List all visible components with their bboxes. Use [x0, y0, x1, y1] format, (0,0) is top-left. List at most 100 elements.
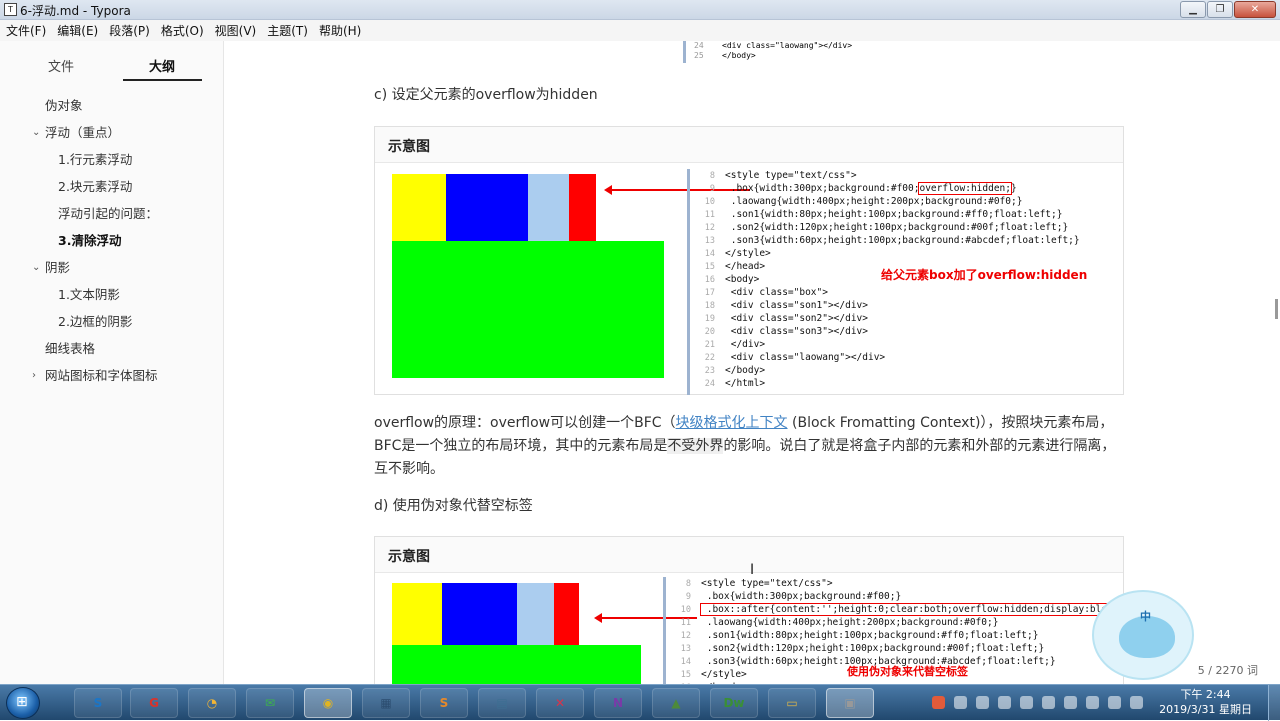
outline-item-label: 浮动（重点） [45, 125, 121, 140]
tab-outline[interactable]: 大纲 [149, 56, 175, 75]
outline-item-label: 浮动引起的问题： [58, 206, 159, 221]
outline-item[interactable]: 1.文本阴影 [0, 286, 224, 313]
tray-volume-icon[interactable] [1130, 696, 1143, 709]
tray-icon[interactable] [976, 696, 989, 709]
taskbar-sublime-icon[interactable]: S [420, 688, 468, 718]
tray-icon[interactable] [1086, 696, 1099, 709]
menu-view[interactable]: 视图(V) [215, 22, 257, 39]
clock-date: 2019/3/31 星期日 [1159, 703, 1252, 716]
menu-format[interactable]: 格式(O) [161, 22, 204, 39]
taskbar-chat-bubble-icon[interactable]: ◔ [188, 688, 236, 718]
code-line: 11 .son1{width:80px;height:100px;backgro… [693, 208, 1117, 221]
editor-area[interactable]: 24 <div class="laowang"></div> 25 </body> … [225, 41, 1280, 697]
demo-son2-block [446, 174, 528, 241]
tray-icon[interactable] [1108, 696, 1121, 709]
outline-item-label: 伪对象 [45, 98, 83, 113]
outline-item[interactable]: 3.清除浮动 [0, 232, 224, 259]
outline-item-label: 网站图标和字体图标 [45, 368, 158, 383]
code-text: </html> [725, 378, 766, 389]
taskbar-onenote-icon[interactable]: N [594, 688, 642, 718]
code-text: <div class="son1"></div> [725, 300, 868, 311]
demo-son3-block [528, 174, 569, 241]
code-text: .box{width:300px;background:#f00;} [701, 591, 902, 602]
code-line: 23 </body> [693, 364, 1117, 377]
outline-item-label: 2.块元素浮动 [58, 179, 133, 194]
restore-button[interactable]: ❐ [1207, 1, 1233, 18]
tray-icon[interactable] [1042, 696, 1055, 709]
outline-item[interactable]: 伪对象 [0, 97, 224, 124]
code-text: </div> [725, 339, 766, 350]
taskbar-chrome-icon[interactable]: ◉ [304, 688, 352, 718]
chevron-right-icon[interactable]: › [32, 367, 36, 385]
outline-item[interactable]: 2.块元素浮动 [0, 178, 224, 205]
outline-item-label: 细线表格 [45, 341, 96, 356]
active-tab-indicator [123, 79, 202, 81]
outline-item[interactable]: 2.边框的阴影 [0, 313, 224, 340]
menu-edit[interactable]: 编辑(E) [57, 22, 98, 39]
top-code-snippet: 24 <div class="laowang"></div> 25 </body> [683, 41, 1083, 63]
scrollbar-thumb[interactable] [1275, 299, 1278, 319]
demo-son3-block [517, 583, 554, 645]
code-line: 14 </style> [693, 247, 1117, 260]
code-text: .son1{width:80px;height:100px;background… [701, 630, 1039, 641]
menu-help[interactable]: 帮助(H) [319, 22, 361, 39]
outline-item[interactable]: 1.行元素浮动 [0, 151, 224, 178]
menu-theme[interactable]: 主题(T) [267, 22, 308, 39]
code-text: .laowang{width:400px;height:200px;backgr… [701, 617, 999, 628]
taskbar-sogou-icon[interactable]: S [74, 688, 122, 718]
taskbar-xmind-icon[interactable]: ✕ [536, 688, 584, 718]
code-line: 8 <style type="text/css"> [693, 169, 1117, 182]
outline-item[interactable]: 浮动引起的问题： [0, 205, 224, 232]
taskbar-explorer-tool-icon[interactable]: ▦ [362, 688, 410, 718]
demo-box-block [554, 583, 579, 645]
menu-file[interactable]: 文件(F) [6, 22, 46, 39]
tray-icon[interactable] [954, 696, 967, 709]
code-line: 24 </html> [693, 377, 1117, 390]
code-gutter [663, 577, 666, 695]
whale-mascot-widget[interactable]: 中 [1092, 590, 1194, 680]
menu-paragraph[interactable]: 段落(P) [109, 22, 150, 39]
taskbar-notepad-icon[interactable]: ▤ [478, 688, 526, 718]
code-text: .son1{width:80px;height:100px;background… [725, 209, 1063, 220]
tray-icon[interactable] [998, 696, 1011, 709]
code-text: <style type="text/css"> [725, 170, 857, 181]
figure-pseudo-element: 示意图 8 <style type="text/css"> 9 .box{width… [374, 536, 1124, 697]
taskbar-clock[interactable]: 下午 2:44 2019/3/31 星期日 [1159, 687, 1252, 717]
heading-d: d) 使用伪对象代替空标签 [374, 498, 533, 514]
close-button[interactable]: ✕ [1234, 1, 1276, 18]
taskbar-dreamweaver-icon[interactable]: Dw [710, 688, 758, 718]
code-line: 18 <div class="son1"></div> [693, 299, 1117, 312]
ime-mode-label: 中 [1140, 610, 1151, 623]
bfc-link[interactable]: 块级格式化上下文 [676, 415, 788, 431]
show-desktop-button[interactable] [1268, 685, 1280, 721]
outline-item[interactable]: ⌄ 浮动（重点） [0, 124, 224, 151]
outline-item[interactable]: 细线表格 [0, 340, 224, 367]
word-count[interactable]: 5 / 2270 词 [1198, 662, 1258, 678]
chevron-down-icon[interactable]: ⌄ [32, 124, 40, 142]
demo-son1-block [392, 174, 446, 241]
minimize-button[interactable]: ▁ [1180, 1, 1206, 18]
tray-sogou-icon[interactable] [932, 696, 945, 709]
taskbar-wechat-icon[interactable]: ✉ [246, 688, 294, 718]
tray-icon[interactable] [1020, 696, 1033, 709]
tab-files[interactable]: 文件 [48, 56, 74, 75]
chevron-down-icon[interactable]: ⌄ [32, 259, 40, 277]
outline-item-label: 1.行元素浮动 [58, 152, 133, 167]
system-tray [928, 690, 1178, 716]
start-button[interactable]: ⊞ [6, 687, 40, 719]
tray-icon[interactable] [1064, 696, 1077, 709]
taskbar-netease-icon[interactable]: G [130, 688, 178, 718]
outline-item[interactable]: › 网站图标和字体图标 [0, 367, 224, 394]
taskbar-folder-icon[interactable]: ▭ [768, 688, 816, 718]
figure-overflow-hidden: 示意图 8 <style type="text/css"> 9 .box{width… [374, 126, 1124, 395]
outline-item[interactable]: ⌄ 阴影 [0, 259, 224, 286]
taskbar-chart-tool-icon[interactable]: ▲ [652, 688, 700, 718]
outline-item-label: 3.清除浮动 [58, 233, 122, 248]
clock-time: 下午 2:44 [1180, 688, 1231, 701]
window-controls: ▁ ❐ ✕ [1179, 1, 1276, 18]
code-line: 10 .box::after{content:'';height:0;clear… [669, 603, 1107, 616]
code-text: .son2{width:120px;height:100px;backgroun… [725, 222, 1069, 233]
taskbar-typora-icon[interactable]: ▣ [826, 688, 874, 718]
demo-box-block [569, 174, 596, 241]
outline-list: 伪对象 ⌄ 浮动（重点） 1.行元素浮动 2.块元素浮动浮动引起的问题： 3.清除浮动 ⌄ 阴… [0, 97, 224, 394]
